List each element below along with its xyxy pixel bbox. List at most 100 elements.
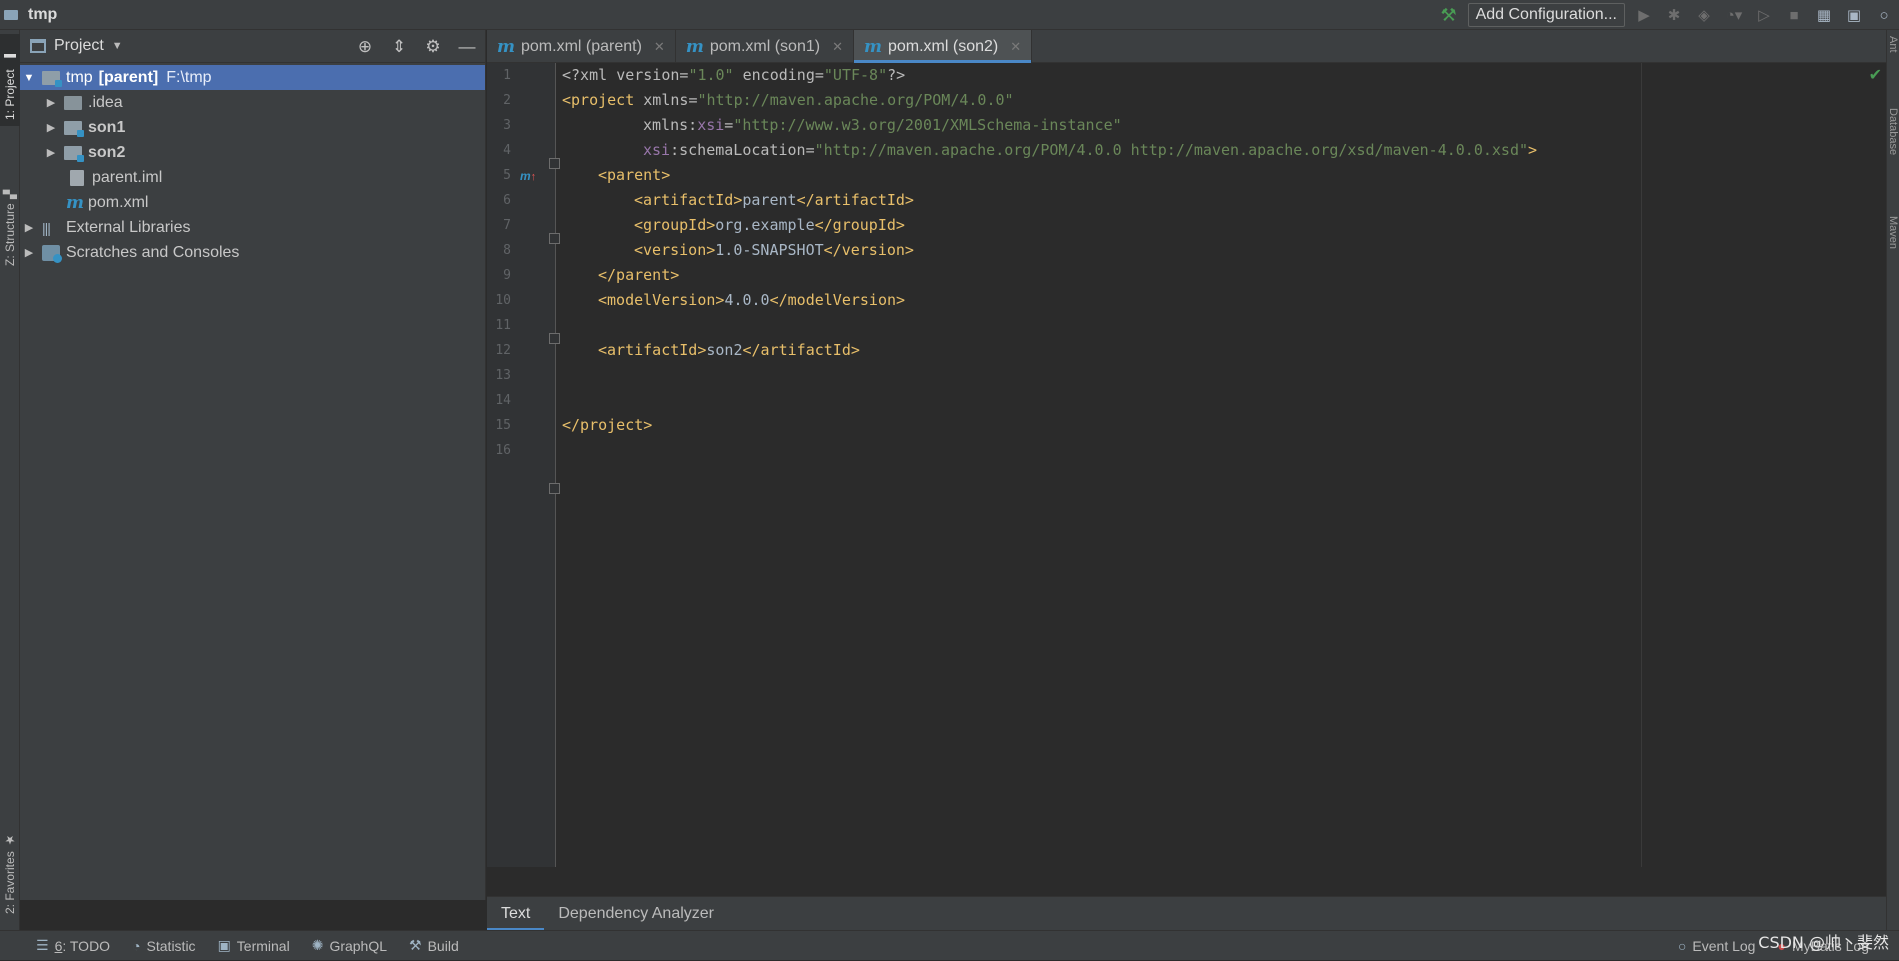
- statistic-tool-button[interactable]: ◔ Statistic: [121, 938, 206, 954]
- collapsed-arrow-icon[interactable]: ▶: [22, 246, 36, 259]
- debug-icon[interactable]: ✱: [1663, 4, 1685, 26]
- tab-text[interactable]: Text: [487, 897, 545, 931]
- collapsed-arrow-icon[interactable]: ▶: [44, 121, 58, 134]
- fold-marker-icon[interactable]: [549, 233, 560, 244]
- collapsed-arrow-icon[interactable]: ▶: [44, 96, 58, 109]
- tab-dependency-analyzer[interactable]: Dependency Analyzer: [544, 897, 728, 931]
- build-hammer-icon[interactable]: ⚒: [1438, 5, 1460, 26]
- tool-tab-project[interactable]: 1: Project ▬: [0, 34, 20, 126]
- code-line-3: xmlns:xsi="http://www.w3.org/2001/XMLSch…: [643, 116, 1122, 134]
- module-folder-icon: [42, 70, 62, 87]
- tree-node-parent-iml[interactable]: parent.iml: [20, 165, 485, 190]
- left-tool-strip: 1: Project ▬ Z: Structure ▞ 2: Favorites…: [0, 30, 20, 930]
- line-number: 16: [495, 443, 511, 458]
- tab-pom-son1[interactable]: m pom.xml (son1) ✕: [676, 30, 854, 63]
- tab-label: pom.xml (parent): [521, 37, 642, 55]
- close-icon[interactable]: ✕: [1010, 39, 1021, 55]
- tool-tab-favorites-label: 2: Favorites: [3, 851, 17, 914]
- tree-node-path: F:\tmp: [166, 68, 212, 86]
- project-structure-icon[interactable]: ▦: [1813, 4, 1835, 26]
- collapse-all-icon[interactable]: ⇕: [389, 37, 409, 57]
- line-number: 11: [495, 318, 511, 333]
- build-tool-button[interactable]: ⚒ Build: [398, 937, 470, 954]
- inspection-ok-check-icon[interactable]: ✔: [1869, 65, 1882, 85]
- collapsed-arrow-icon[interactable]: ▶: [22, 221, 36, 234]
- project-panel: Project ▼ ⊕ ⇕ ⚙ — ▼ tmp [parent] F:\tmp …: [20, 30, 486, 900]
- tool-tab-maven[interactable]: Maven: [1886, 216, 1899, 296]
- project-panel-title[interactable]: Project: [54, 37, 104, 55]
- line-number: 14: [495, 393, 511, 408]
- maven-parent-gutter-icon[interactable]: m↑: [520, 169, 536, 183]
- run-anything-icon[interactable]: ▣: [1843, 4, 1865, 26]
- stop-icon[interactable]: ■: [1783, 4, 1805, 26]
- title-bar: tmp ⚒ Add Configuration... ▶ ✱ ◈ ◔▾ ▷ ■ …: [0, 0, 1899, 30]
- line-number: 13: [495, 368, 511, 383]
- fold-marker-icon[interactable]: [549, 158, 560, 169]
- tree-node-scratches[interactable]: ▶ Scratches and Consoles: [20, 240, 485, 265]
- gear-icon[interactable]: ⚙: [423, 37, 443, 57]
- tree-node-son2[interactable]: ▶ son2: [20, 140, 485, 165]
- tree-node-external-libraries[interactable]: ▶ ||| External Libraries: [20, 215, 485, 240]
- tool-tab-structure[interactable]: Z: Structure ▞: [0, 142, 20, 272]
- terminal-icon: ▣: [217, 937, 231, 953]
- fold-marker-icon[interactable]: [549, 483, 560, 494]
- tree-node-root[interactable]: ▼ tmp [parent] F:\tmp: [20, 65, 485, 90]
- profile-icon[interactable]: ◔▾: [1723, 4, 1745, 26]
- tree-node-pom-xml[interactable]: m pom.xml: [20, 190, 485, 215]
- project-view-icon: [30, 39, 46, 53]
- add-configuration-button[interactable]: Add Configuration...: [1467, 3, 1625, 27]
- expanded-arrow-icon[interactable]: ▼: [22, 72, 36, 84]
- code-line-15: </project>: [562, 416, 653, 434]
- coverage-icon[interactable]: ◈: [1693, 4, 1715, 26]
- run-icon[interactable]: ▶: [1633, 4, 1655, 26]
- code-line-7: <groupId>org.example</groupId>: [634, 216, 905, 234]
- code-content[interactable]: <?xml version="1.0" encoding="UTF-8"?> <…: [562, 63, 1537, 434]
- chevron-down-icon[interactable]: ▼: [112, 40, 123, 52]
- tree-node-label: son2: [88, 143, 126, 161]
- search-icon[interactable]: ○: [1873, 4, 1895, 26]
- library-icon: |||: [42, 219, 51, 236]
- event-log-button[interactable]: ○ Event Log: [1667, 938, 1767, 954]
- tree-node-idea[interactable]: ▶ .idea: [20, 90, 485, 115]
- line-number: 10: [495, 293, 511, 308]
- fold-marker-icon[interactable]: [549, 333, 560, 344]
- watermark: CSDN @帅丶斐然: [1758, 933, 1889, 952]
- project-icon: [4, 8, 22, 22]
- line-number: 1: [503, 68, 511, 83]
- graphql-icon: ✺: [311, 937, 324, 953]
- main-toolbar: ⚒ Add Configuration... ▶ ✱ ◈ ◔▾ ▷ ■ ▦ ▣ …: [1438, 0, 1899, 30]
- tree-node-label: .idea: [88, 93, 123, 111]
- tree-node-label: pom.xml: [88, 193, 149, 211]
- close-icon[interactable]: ✕: [654, 39, 665, 55]
- terminal-tool-button[interactable]: ▣ Terminal: [207, 937, 301, 954]
- code-line-2: <project xmlns="http://maven.apache.org/…: [562, 91, 1014, 109]
- tree-node-label: son1: [88, 118, 126, 136]
- graphql-tool-button[interactable]: ✺ GraphQL: [301, 937, 398, 954]
- collapsed-arrow-icon[interactable]: ▶: [44, 146, 58, 159]
- resume-icon[interactable]: ▷: [1753, 4, 1775, 26]
- project-tree: ▼ tmp [parent] F:\tmp ▶ .idea ▶ son1 ▶ s…: [20, 63, 485, 265]
- graphql-label: GraphQL: [329, 937, 388, 954]
- tool-tab-ant[interactable]: Ant: [1886, 36, 1899, 82]
- line-number: 2: [503, 93, 511, 108]
- tab-pom-parent[interactable]: m pom.xml (parent) ✕: [487, 30, 676, 63]
- tool-tab-favorites[interactable]: 2: Favorites ★: [0, 820, 20, 920]
- code-editor[interactable]: 1 2 3 4 5 6 7 8 9 10 11 12 13 14 15 16 m…: [487, 63, 1886, 867]
- locate-icon[interactable]: ⊕: [355, 37, 375, 57]
- tool-tab-structure-label: Z: Structure: [3, 203, 17, 266]
- tool-tab-database[interactable]: Database: [1886, 108, 1899, 218]
- folder-icon: ▬: [3, 51, 17, 66]
- line-number: 5: [503, 168, 511, 183]
- code-line-10: <modelVersion>4.0.0</modelVersion>: [598, 291, 906, 309]
- editor-bottom-tabs: Text Dependency Analyzer: [487, 896, 1886, 931]
- structure-icon: ▞: [3, 190, 17, 200]
- tab-pom-son2[interactable]: m pom.xml (son2) ✕: [853, 30, 1033, 63]
- status-bar: ☰ 6: TODO ◔ Statistic ▣ Terminal ✺ Graph…: [0, 930, 1899, 960]
- todo-tool-button[interactable]: ☰ 6: TODO: [0, 937, 121, 954]
- close-icon[interactable]: ✕: [832, 39, 843, 55]
- module-folder-icon: [64, 145, 84, 162]
- tree-node-son1[interactable]: ▶ son1: [20, 115, 485, 140]
- hide-icon[interactable]: —: [457, 37, 477, 57]
- project-panel-header: Project ▼ ⊕ ⇕ ⚙ —: [20, 30, 485, 63]
- tree-node-label: External Libraries: [66, 218, 191, 236]
